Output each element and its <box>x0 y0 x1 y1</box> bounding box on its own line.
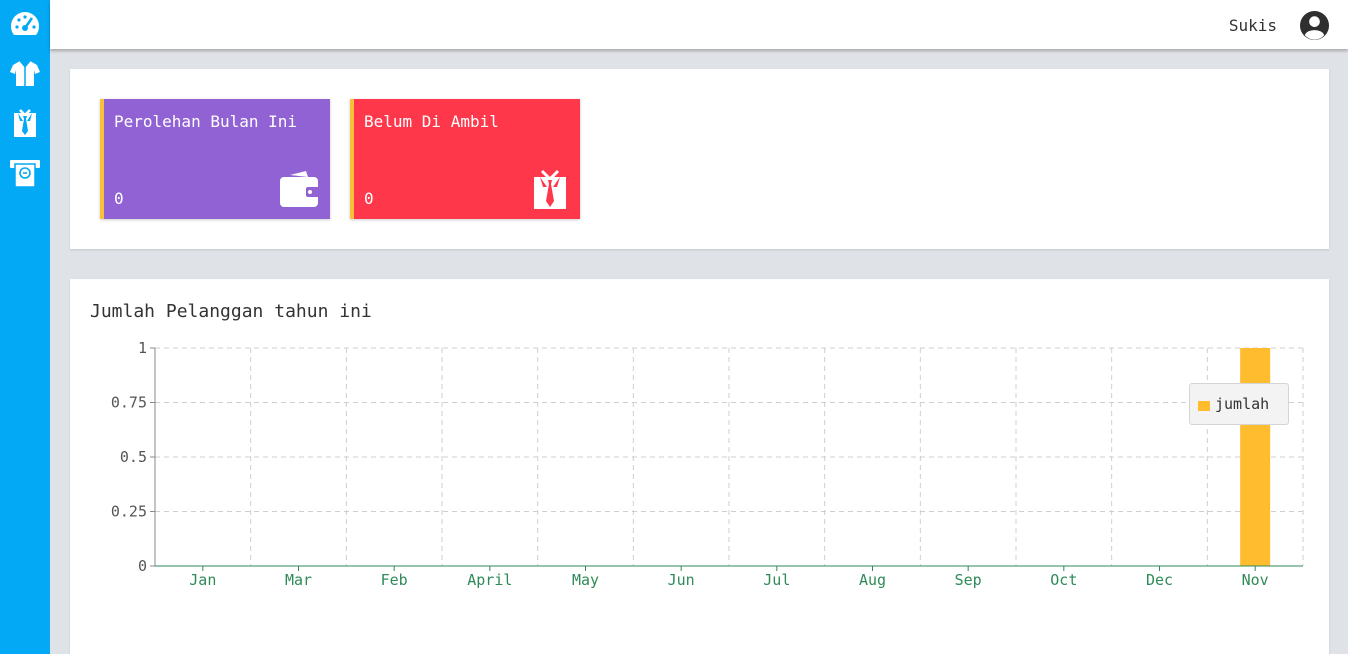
suit-tie-icon <box>534 169 566 209</box>
x-tick-label: Feb <box>381 571 408 589</box>
y-tick-label: 1 <box>138 339 147 357</box>
card-value: 0 <box>114 189 124 208</box>
x-tick-label: Aug <box>859 571 886 589</box>
x-tick-label: Jun <box>668 571 695 589</box>
dashboard-gauge-icon[interactable] <box>9 8 41 40</box>
legend-swatch <box>1198 401 1210 411</box>
card-title: Belum Di Ambil <box>364 112 499 131</box>
card-title: Perolehan Bulan Ini <box>114 112 298 131</box>
x-tick-label: Oct <box>1050 571 1077 589</box>
legend-label: jumlah <box>1215 395 1270 413</box>
user-avatar-icon[interactable] <box>1299 10 1330 41</box>
shirt-icon[interactable] <box>9 57 41 89</box>
x-tick-label: Mar <box>285 571 312 589</box>
card-belum-di-ambil[interactable]: Belum Di Ambil 0 <box>350 99 580 219</box>
bar <box>1240 348 1271 566</box>
x-tick-label: Jan <box>189 571 216 589</box>
atm-cash-icon[interactable] <box>9 157 41 189</box>
x-tick-label: Dec <box>1146 571 1173 589</box>
card-value: 0 <box>364 189 374 208</box>
wallet-icon <box>280 171 320 207</box>
y-tick-label: 0.25 <box>111 503 147 521</box>
sidebar <box>0 0 50 654</box>
user-name[interactable]: Sukis <box>1229 16 1277 35</box>
y-tick-label: 0.75 <box>111 394 147 412</box>
x-tick-label: Sep <box>955 571 982 589</box>
x-tick-label: May <box>572 571 599 589</box>
x-tick-label: April <box>467 571 512 589</box>
chart-panel: Jumlah Pelanggan tahun ini 0 0.25 0.5 0.75 1… <box>70 279 1329 654</box>
suit-tie-icon[interactable] <box>9 107 41 139</box>
summary-panel: Perolehan Bulan Ini 0 Belum Di Ambil 0 <box>70 69 1329 249</box>
y-tick-label: 0.5 <box>120 448 147 466</box>
chart-legend[interactable]: jumlah <box>1189 383 1289 425</box>
y-tick-label: 0 <box>138 557 147 575</box>
customer-bar-chart: 0 0.25 0.5 0.75 1 Jan Mar Feb April May Jun Jul Aug S… <box>111 339 1304 589</box>
x-tick-label: Nov <box>1242 571 1269 589</box>
x-tick-label: Jul <box>763 571 790 589</box>
top-bar: Sukis <box>50 0 1348 49</box>
card-perolehan-bulan-ini[interactable]: Perolehan Bulan Ini 0 <box>100 99 330 219</box>
